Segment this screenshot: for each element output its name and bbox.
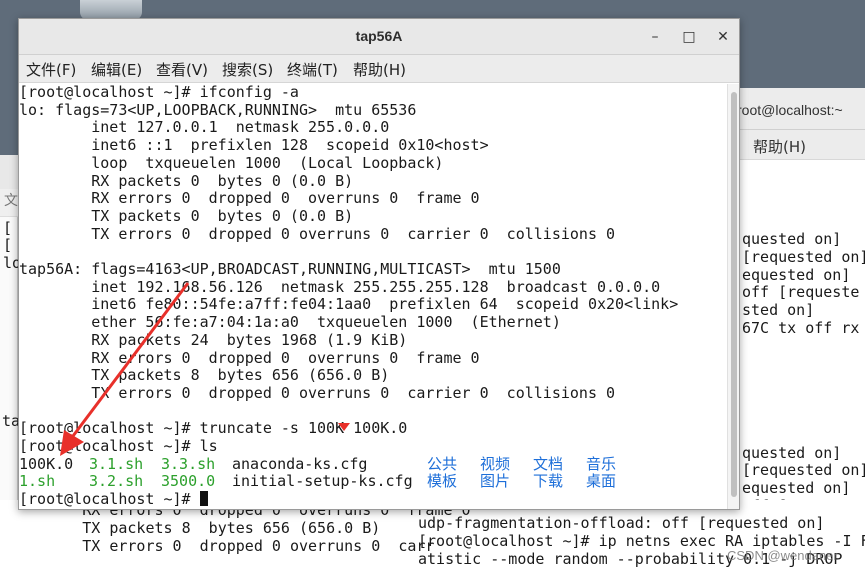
ls-directory: 下载 <box>533 472 564 491</box>
window-titlebar[interactable]: tap56A – □ ✕ <box>19 19 739 55</box>
maximize-icon[interactable]: □ <box>679 27 699 47</box>
ls-directory: 桌面 <box>586 472 617 491</box>
ls-file: 100K.0 <box>19 454 74 473</box>
background-right-line: 67C tx off rx o <box>742 319 865 337</box>
terminal-line: TX packets 0 bytes 0 (0.0 B) <box>19 206 354 225</box>
terminal-line: TX errors 0 dropped 0 overruns 0 carrier… <box>19 383 616 402</box>
terminal-line: RX packets 0 bytes 0 (0.0 B) <box>19 171 354 190</box>
background-right-line: equested on] <box>742 265 851 284</box>
ls-file: 3.1.sh <box>89 454 144 473</box>
background-window-title: root@localhost:~ <box>737 102 843 118</box>
menu-view[interactable]: 查看(V) <box>156 59 208 80</box>
desktop-icon <box>80 0 142 20</box>
ls-directory: 音乐 <box>586 454 617 473</box>
menu-help[interactable]: 帮助(H) <box>353 59 406 80</box>
background-right-line: off [requeste <box>742 283 860 302</box>
ls-directory: 模板 <box>427 472 458 491</box>
ls-file: 3.3.sh <box>161 454 216 473</box>
ls-file: initial-setup-ks.cfg <box>232 472 413 491</box>
ls-directory: 图片 <box>480 472 511 491</box>
prompt-text: [root@localhost ~]# <box>19 490 200 509</box>
background-bottom-line: TX packets 8 bytes 656 (656.0 B) <box>10 519 381 537</box>
terminal-line: TX packets 8 bytes 656 (656.0 B) <box>19 366 390 385</box>
menu-search[interactable]: 搜索(S) <box>222 59 273 80</box>
ls-file: anaconda-ks.cfg <box>232 454 368 473</box>
background-right-line: quested on] <box>742 443 842 462</box>
terminal-line: lo: flags=73<UP,LOOPBACK,RUNNING> mtu 65… <box>19 100 417 119</box>
menu-file[interactable]: 文件(F) <box>26 59 76 80</box>
terminal-line: RX packets 24 bytes 1968 (1.9 KiB) <box>19 330 408 349</box>
background-right-line: [requested on] <box>742 247 865 266</box>
terminal-line: inet6 ::1 prefixlen 128 scopeid 0x10<hos… <box>19 136 489 155</box>
terminal-line: RX errors 0 dropped 0 overruns 0 frame 0 <box>19 348 480 367</box>
text-cursor <box>199 491 208 507</box>
terminal-prompt[interactable]: [root@localhost ~]# <box>19 490 208 509</box>
terminal-output[interactable]: [root@localhost ~]# ifconfig -a lo: flags… <box>19 84 729 509</box>
terminal-line: ether 56:fe:a7:04:1a:a0 txqueuelen 1000 … <box>19 313 561 332</box>
terminal-line: [root@localhost ~]# truncate -s 100K 100… <box>19 419 408 438</box>
background-bottom-right-line: udp-fragmentation-offload: off [requeste… <box>418 514 825 532</box>
ls-file: 1.sh <box>19 472 56 491</box>
ls-directory: 公共 <box>427 454 458 473</box>
terminal-line: RX errors 0 dropped 0 overruns 0 frame 0 <box>19 189 480 208</box>
ls-directory: 视频 <box>480 454 511 473</box>
terminal-line: [root@localhost ~]# ifconfig -a <box>19 84 299 101</box>
background-left-titlebar <box>0 155 18 189</box>
background-left-menu-glyph: 文 <box>4 193 18 209</box>
terminal-line: inet 127.0.0.1 netmask 255.0.0.0 <box>19 118 390 137</box>
menu-terminal[interactable]: 终端(T) <box>287 59 338 80</box>
menu-bar: 文件(F) 编辑(E) 查看(V) 搜索(S) 终端(T) 帮助(H) <box>19 55 739 83</box>
terminal-scroll-thumb[interactable] <box>731 92 737 497</box>
terminal-line: [root@localhost ~]# ls <box>19 437 218 455</box>
terminal-line: loop txqueuelen 1000 (Local Loopback) <box>19 153 444 172</box>
terminal-window[interactable]: tap56A – □ ✕ 文件(F) 编辑(E) 查看(V) 搜索(S) 终端(… <box>18 18 740 510</box>
ls-file: 3.2.sh <box>89 472 144 491</box>
ls-file: 3500.0 <box>161 472 216 491</box>
background-right-line: sted on] <box>742 301 815 320</box>
close-icon[interactable]: ✕ <box>713 27 733 47</box>
background-right-line: quested on] <box>742 230 842 248</box>
background-left-glyph: [ <box>3 236 13 254</box>
background-right-line: equested on] <box>742 479 851 498</box>
background-menu-help[interactable]: 帮助(H) <box>753 136 806 157</box>
watermark: CSDN @wendaner <box>727 548 838 563</box>
terminal-line: TX errors 0 dropped 0 overruns 0 carrier… <box>19 224 616 243</box>
ls-directory: 文档 <box>533 454 564 473</box>
minimize-icon[interactable]: – <box>645 27 665 47</box>
background-right-line: [requested on] <box>742 461 865 480</box>
terminal-line: tap56A: flags=4163<UP,BROADCAST,RUNNING,… <box>19 260 561 278</box>
terminal-line: inet 192.168.56.126 netmask 255.255.255.… <box>19 277 661 296</box>
menu-edit[interactable]: 编辑(E) <box>91 59 142 80</box>
background-bottom-line: TX errors 0 dropped 0 overruns 0 carr <box>10 537 435 555</box>
terminal-line: inet6 fe80::54fe:a7ff:fe04:1aa0 prefixle… <box>19 295 679 314</box>
window-title: tap56A <box>355 28 403 44</box>
terminal-scrollbar[interactable] <box>727 84 739 509</box>
background-left-glyph: [ <box>3 219 13 237</box>
